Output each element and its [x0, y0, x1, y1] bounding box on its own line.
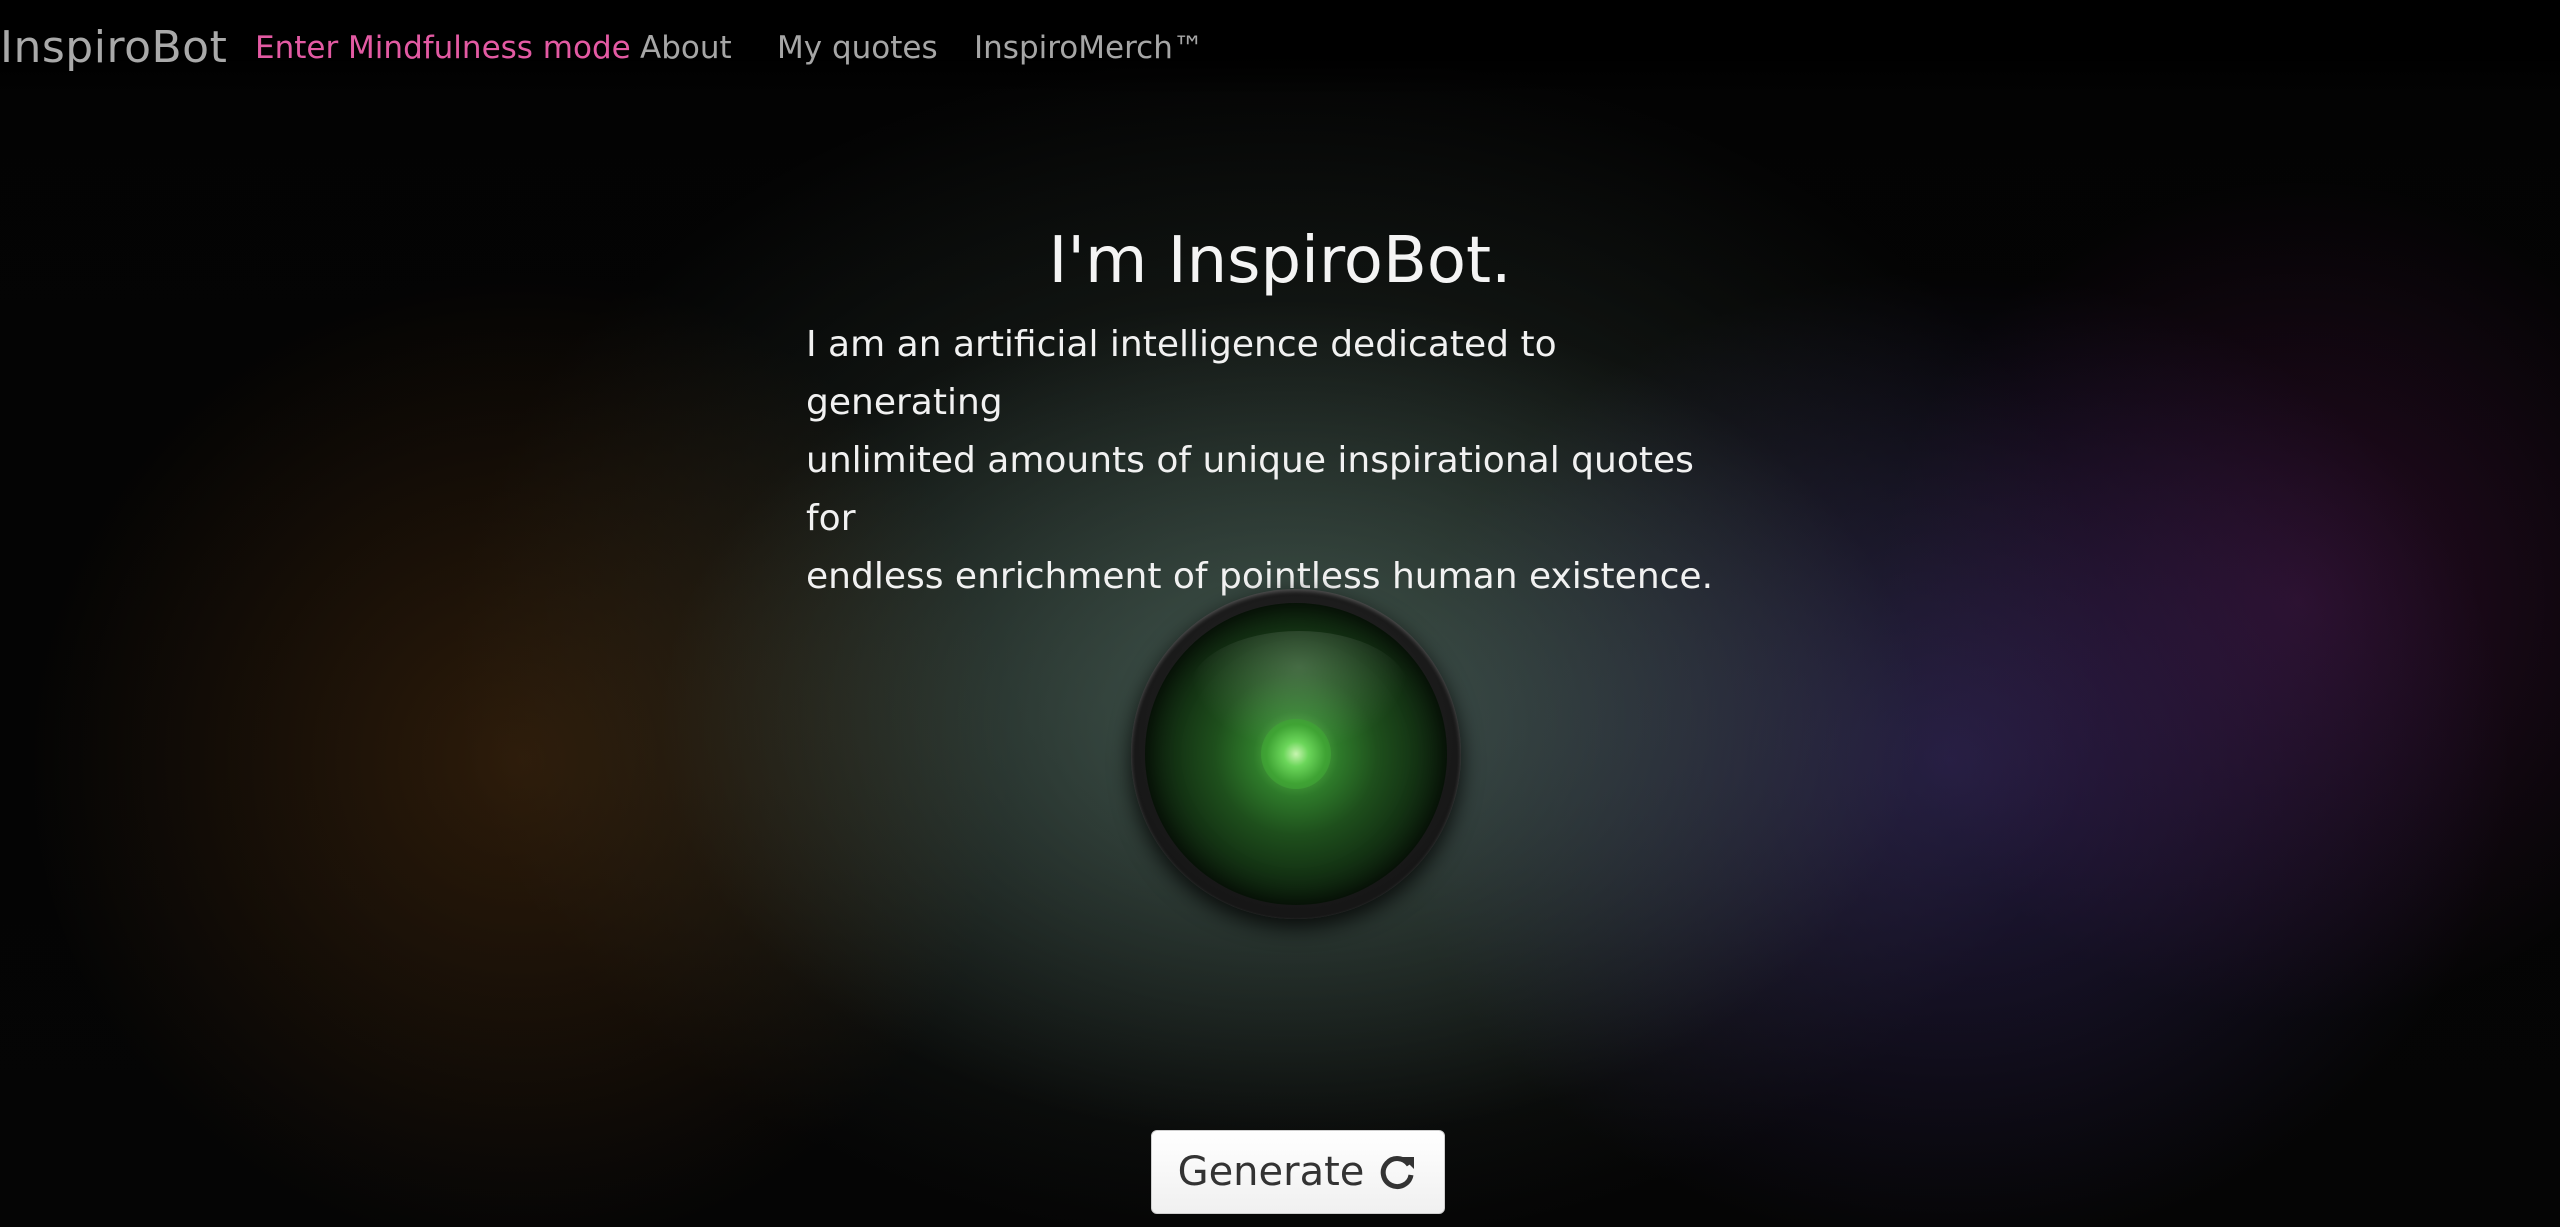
robot-eye-icon — [1131, 589, 1461, 919]
nav-my-quotes-link[interactable]: My quotes — [777, 30, 938, 66]
navbar: InspiroBot Enter Mindfulness mode About … — [0, 0, 2560, 96]
page: InspiroBot Enter Mindfulness mode About … — [0, 0, 2560, 1227]
nav-about-link[interactable]: About — [640, 30, 732, 66]
hero-description: I am an artificial intelligence dedicate… — [806, 316, 1726, 606]
brand-logo[interactable]: InspiroBot — [0, 22, 227, 73]
nav-merch-link[interactable]: InspiroMerch™ — [974, 30, 1204, 66]
robot-eye-core — [1261, 719, 1331, 789]
hero-title: I'm InspiroBot. — [1048, 224, 1512, 298]
generate-button[interactable]: Generate — [1151, 1130, 1445, 1214]
refresh-icon — [1381, 1156, 1415, 1190]
hero-line: I am an artificial intelligence dedicate… — [806, 324, 1557, 423]
hero-line: unlimited amounts of unique inspirationa… — [806, 440, 1694, 539]
nav-mindfulness-link[interactable]: Enter Mindfulness mode — [255, 30, 631, 66]
generate-label: Generate — [1177, 1149, 1365, 1195]
robot-eye-lens — [1145, 603, 1447, 905]
